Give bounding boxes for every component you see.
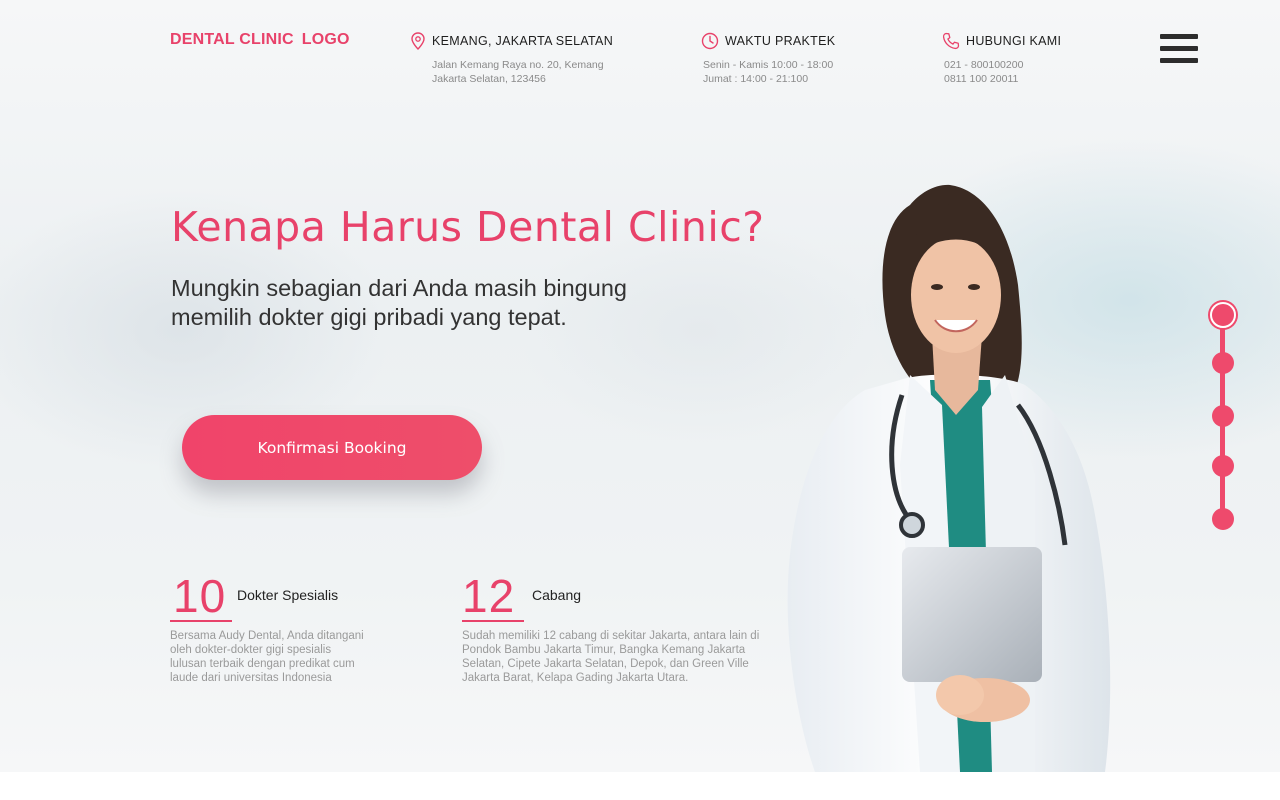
hero-section: DENTAL CLINIC LOGO KEMANG, JAKARTA SELATA… [0,0,1280,772]
stat-underline [462,620,524,622]
pagination-dot-2[interactable] [1212,352,1234,374]
logo-name: DENTAL CLINIC [170,31,294,48]
slide-pagination [1208,300,1238,535]
subheadline-line: Mungkin sebagian dari Anda masih bingung [171,275,627,301]
hours-info: WAKTU PRAKTEK Senin - Kamis 10:00 - 18:0… [701,32,835,86]
section-divider [0,772,1280,800]
stat-description: Sudah memiliki 12 cabang di sekitar Jaka… [462,630,760,684]
hours-line: Jumat : 14:00 - 21:100 [703,73,809,85]
stat-number: 12 [462,570,516,622]
address-line: Jakarta Selatan, 123456 [432,73,546,85]
pagination-dot-4[interactable] [1212,455,1234,477]
stat-label: Dokter Spesialis [237,587,339,603]
contact-info: HUBUNGI KAMI 021 - 800100200 0811 100 20… [942,32,1061,86]
contact-title: HUBUNGI KAMI [966,34,1062,48]
stat-label: Cabang [532,587,582,603]
pagination-dot-1[interactable] [1210,302,1236,328]
phone-icon [942,32,960,50]
hours-title: WAKTU PRAKTEK [725,34,836,48]
map-pin-icon [411,32,425,50]
phone-number[interactable]: 021 - 800100200 [944,58,1061,72]
clock-icon [701,32,719,50]
pagination-dot-3[interactable] [1212,405,1234,427]
hero-headline: Kenapa Harus Dental Clinic? [171,203,765,251]
subheadline-line: memilih dokter gigi pribadi yang tepat. [171,304,567,330]
location-title: KEMANG, JAKARTA SELATAN [432,34,614,48]
phone-number[interactable]: 0811 100 20011 [944,72,1061,86]
stat-number: 10 [173,570,227,622]
location-info: KEMANG, JAKARTA SELATAN Jalan Kemang Ray… [410,32,613,86]
address-line: Jalan Kemang Raya no. 20, Kemang [432,59,604,71]
hours-line: Senin - Kamis 10:00 - 18:00 [703,59,834,71]
stat-underline [170,620,232,622]
hero-subheadline: Mungkin sebagian dari Anda masih bingung… [171,274,691,332]
clinic-logo[interactable]: DENTAL CLINIC LOGO [170,31,358,49]
hamburger-menu-icon[interactable] [1160,34,1198,68]
pagination-dot-5[interactable] [1212,508,1234,530]
stat-description: Bersama Audy Dental, Anda ditangani oleh… [170,630,364,684]
doctor-photo [787,184,1111,772]
logo-word: LOGO [301,31,350,48]
booking-button[interactable]: Konfirmasi Booking [182,415,482,480]
